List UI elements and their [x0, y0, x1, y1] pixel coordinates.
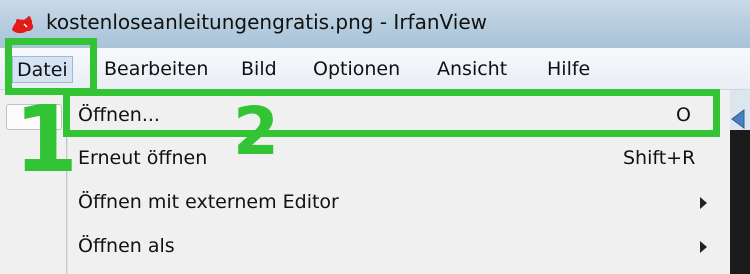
menu-ansicht[interactable]: Ansicht — [437, 58, 507, 80]
menu-item-shortcut: Shift+R — [623, 147, 696, 169]
menu-bearbeiten[interactable]: Bearbeiten — [104, 58, 208, 80]
menu-bar: Datei Bearbeiten Bild Optionen Ansicht H… — [0, 48, 750, 90]
annotation-box-2 — [63, 89, 720, 137]
window-title: kostenloseanleitungengratis.png - IrfanV… — [46, 10, 487, 34]
title-bar: kostenloseanleitungengratis.png - IrfanV… — [0, 0, 750, 48]
menu-item-oeffnen-als[interactable]: Öffnen als — [67, 227, 727, 267]
menu-item-oeffnen-mit-editor[interactable]: Öffnen mit externem Editor — [67, 183, 727, 223]
menu-optionen[interactable]: Optionen — [313, 58, 400, 80]
chevron-right-icon — [700, 241, 707, 253]
chevron-right-icon — [700, 197, 707, 209]
arrow-left-icon[interactable] — [730, 108, 750, 130]
menu-bild[interactable]: Bild — [241, 58, 277, 80]
annotation-number-1: 1 — [14, 86, 79, 193]
menu-item-erneut-oeffnen[interactable]: Erneut öffnen Shift+R — [67, 139, 727, 179]
menu-hilfe[interactable]: Hilfe — [547, 58, 590, 80]
annotation-number-2: 2 — [233, 93, 279, 170]
irfanview-icon — [8, 12, 36, 36]
menu-item-label: Erneut öffnen — [78, 147, 208, 169]
menu-item-label: Öffnen als — [78, 235, 175, 257]
menu-item-label: Öffnen mit externem Editor — [78, 191, 339, 213]
